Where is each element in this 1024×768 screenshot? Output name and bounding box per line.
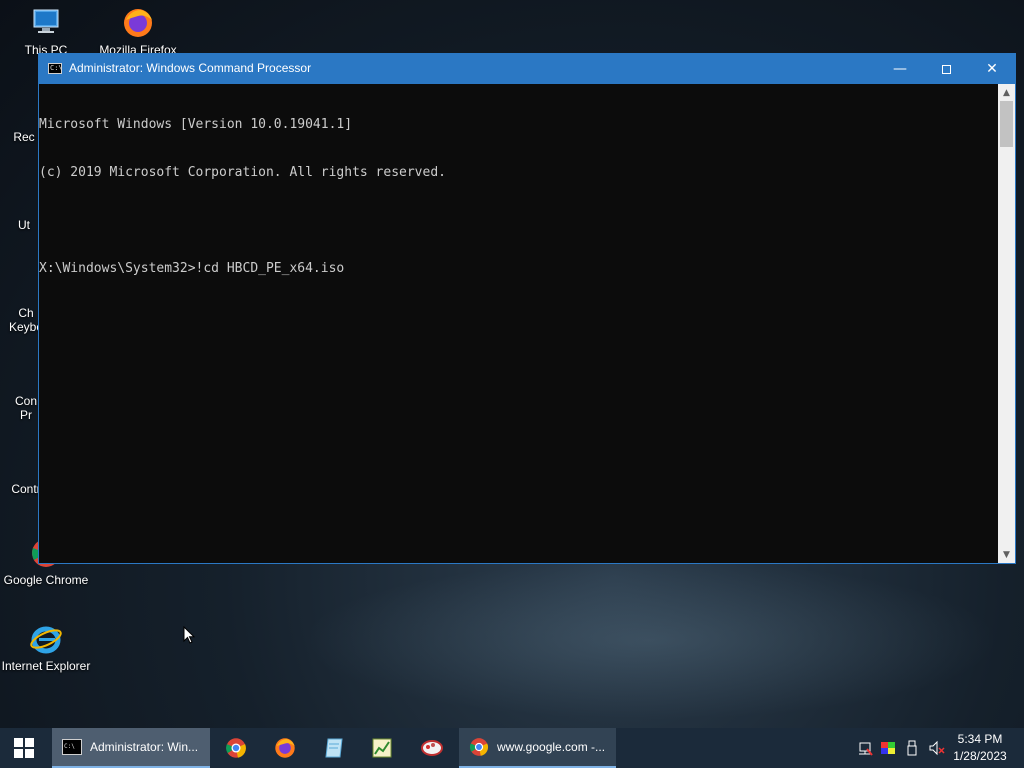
desktop-label: Google Chrome bbox=[3, 573, 89, 587]
console-line: Microsoft Windows [Version 10.0.19041.1] bbox=[39, 117, 353, 132]
internet-explorer-icon bbox=[30, 626, 62, 654]
wallpaper-glow bbox=[300, 560, 1000, 720]
chrome-icon bbox=[226, 738, 246, 758]
taskbar-label: www.google.com -... bbox=[497, 740, 606, 754]
taskbar-pin-spreadsheet[interactable] bbox=[360, 728, 404, 768]
console-output[interactable]: Microsoft Windows [Version 10.0.19041.1]… bbox=[39, 84, 998, 563]
cmd-icon: C:\ bbox=[48, 63, 63, 74]
close-icon: ✕ bbox=[986, 61, 998, 77]
firefox-icon bbox=[124, 9, 152, 37]
volume-muted-icon bbox=[929, 740, 945, 756]
taskbar-cmd-button[interactable]: C:\ Administrator: Win... bbox=[52, 728, 210, 768]
window-title: Administrator: Windows Command Processor bbox=[69, 61, 312, 75]
console-line: (c) 2019 Microsoft Corporation. All righ… bbox=[39, 165, 446, 180]
spreadsheet-icon bbox=[372, 738, 392, 758]
taskbar-pin-paint[interactable] bbox=[410, 728, 454, 768]
scroll-thumb[interactable] bbox=[1000, 101, 1013, 147]
start-button[interactable] bbox=[0, 728, 48, 768]
color-icon bbox=[881, 742, 895, 754]
desktop-icon-this-pc[interactable]: This PC bbox=[0, 6, 92, 57]
clock-date: 1/28/2023 bbox=[953, 749, 1007, 763]
paint-icon bbox=[421, 740, 443, 756]
title-bar[interactable]: C:\ Administrator: Windows Command Proce… bbox=[39, 54, 1015, 84]
chevron-down-icon: ▼ bbox=[1003, 549, 1010, 560]
minimize-icon: — bbox=[893, 61, 907, 77]
taskbar-label: Administrator: Win... bbox=[90, 740, 199, 754]
cmd-icon: C:\ bbox=[62, 739, 82, 755]
desktop-icon-firefox[interactable]: Mozilla Firefox bbox=[92, 6, 184, 57]
tray-color[interactable] bbox=[879, 728, 897, 768]
taskbar-pin-chrome[interactable] bbox=[214, 728, 258, 768]
taskbar-clock[interactable]: 5:34 PM 1/28/2023 bbox=[950, 731, 1010, 765]
chrome-icon bbox=[470, 738, 489, 756]
minimize-button[interactable]: — bbox=[877, 54, 923, 84]
tray-usb[interactable] bbox=[904, 728, 920, 768]
tray-network[interactable] bbox=[856, 728, 874, 768]
windows-logo-icon bbox=[14, 738, 34, 758]
scroll-down-button[interactable]: ▼ bbox=[998, 546, 1015, 563]
taskbar-chrome-window-button[interactable]: www.google.com -... bbox=[459, 728, 616, 768]
taskbar-pin-firefox[interactable] bbox=[263, 728, 307, 768]
command-prompt-window[interactable]: C:\ Administrator: Windows Command Proce… bbox=[38, 53, 1016, 564]
network-icon bbox=[859, 742, 873, 756]
taskbar-pin-notepad[interactable] bbox=[312, 728, 356, 768]
desktop-icon-internet-explorer[interactable]: Internet Explorer bbox=[0, 622, 92, 673]
computer-icon bbox=[33, 9, 59, 33]
maximize-button[interactable] bbox=[923, 54, 969, 84]
svg-text:C:\: C:\ bbox=[64, 743, 75, 750]
tray-volume[interactable] bbox=[927, 728, 947, 768]
scroll-up-button[interactable]: ▲ bbox=[998, 84, 1015, 101]
notepad-icon bbox=[325, 738, 343, 758]
clock-time: 5:34 PM bbox=[957, 732, 1003, 746]
firefox-icon bbox=[275, 738, 295, 758]
vertical-scrollbar[interactable]: ▲ ▼ bbox=[998, 84, 1015, 563]
close-button[interactable]: ✕ bbox=[969, 54, 1015, 84]
chevron-up-icon: ▲ bbox=[1003, 87, 1010, 98]
taskbar: C:\ Administrator: Win... www.google.com… bbox=[0, 728, 1024, 768]
mouse-cursor-icon bbox=[183, 626, 195, 644]
maximize-icon bbox=[941, 64, 951, 74]
usb-icon bbox=[907, 740, 917, 756]
console-line: X:\Windows\System32>!cd HBCD_PE_x64.iso bbox=[39, 261, 345, 276]
desktop-label: Internet Explorer bbox=[1, 659, 91, 673]
